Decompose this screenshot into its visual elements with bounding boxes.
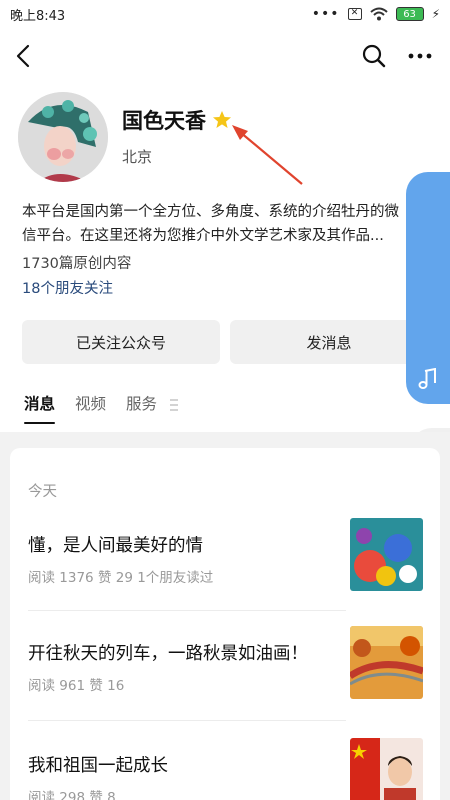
tab-services[interactable]: 服务 bbox=[126, 392, 157, 418]
feed-card: 今天 懂，是人间最美好的情 阅读 1376 赞 29 1个朋友读过 开往秋天的列… bbox=[10, 448, 440, 800]
top-nav bbox=[0, 36, 450, 76]
divider bbox=[28, 610, 346, 611]
more-options-icon[interactable] bbox=[405, 42, 435, 70]
account-location: 北京 bbox=[122, 148, 153, 166]
tab-messages[interactable]: 消息 bbox=[24, 392, 56, 424]
tab-videos[interactable]: 视频 bbox=[75, 392, 106, 418]
article-item[interactable]: 我和祖国一起成长 阅读 298 赞 8 bbox=[28, 738, 424, 800]
article-count: 1730篇原创内容 bbox=[22, 256, 132, 272]
music-note-icon[interactable] bbox=[418, 368, 438, 390]
friends-following-link[interactable]: 18个朋友关注 bbox=[22, 277, 113, 298]
back-arrow-icon[interactable] bbox=[12, 42, 36, 70]
status-time: 晚上8:43 bbox=[10, 8, 66, 24]
divider bbox=[28, 720, 346, 721]
account-avatar[interactable] bbox=[18, 92, 108, 182]
article-title: 开往秋天的列车，一路秋景如油画！ bbox=[28, 644, 308, 664]
message-feed: 今天 懂，是人间最美好的情 阅读 1376 赞 29 1个朋友读过 开往秋天的列… bbox=[0, 432, 450, 800]
notification-dots-icon: ••• bbox=[311, 6, 340, 22]
account-name-row: 国色天香 bbox=[122, 105, 232, 135]
article-item[interactable]: 懂，是人间最美好的情 阅读 1376 赞 29 1个朋友读过 bbox=[28, 518, 424, 610]
wifi-icon bbox=[369, 7, 388, 21]
article-thumbnail bbox=[350, 738, 423, 800]
followed-button[interactable]: 已关注公众号 bbox=[22, 320, 220, 364]
status-icons: ••• ✕ 63 ⚡ bbox=[312, 6, 440, 22]
content-tabs: 消息 视频 服务 bbox=[24, 392, 157, 424]
star-icon bbox=[213, 111, 231, 128]
status-bar: 晚上8:43 ••• ✕ 63 ⚡ bbox=[0, 0, 450, 28]
account-name: 国色天香 bbox=[122, 109, 206, 133]
article-title: 懂，是人间最美好的情 bbox=[28, 536, 203, 556]
feed-section-label: 今天 bbox=[28, 484, 57, 500]
article-title: 我和祖国一起成长 bbox=[28, 756, 168, 776]
article-meta: 阅读 961 赞 16 bbox=[28, 678, 125, 694]
battery-icon: 63 bbox=[395, 7, 424, 21]
sim-disabled-icon: ✕ bbox=[347, 8, 362, 20]
search-icon[interactable] bbox=[361, 42, 387, 70]
article-meta: 阅读 298 赞 8 bbox=[28, 790, 116, 800]
account-description[interactable]: 本平台是国内第一个全方位、多角度、系统的介绍牡丹的微信平台。在这里还将为您推介中… bbox=[22, 200, 408, 248]
send-message-button[interactable]: 发消息 bbox=[230, 320, 428, 364]
article-meta: 阅读 1376 赞 29 1个朋友读过 bbox=[28, 570, 214, 586]
article-item[interactable]: 开往秋天的列车，一路秋景如油画！ 阅读 961 赞 16 bbox=[28, 626, 424, 718]
article-thumbnail bbox=[350, 626, 423, 699]
menu-lines-icon bbox=[170, 399, 178, 411]
article-thumbnail bbox=[350, 518, 423, 591]
charging-icon: ⚡ bbox=[431, 7, 440, 21]
